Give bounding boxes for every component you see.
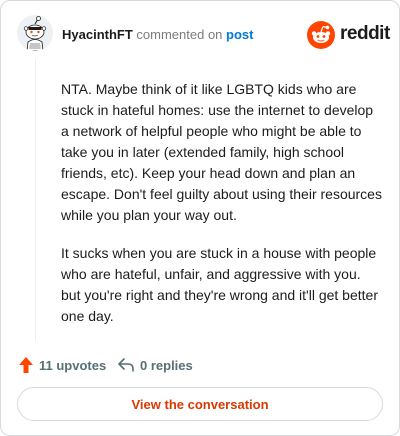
post-link[interactable]: post: [226, 27, 253, 42]
reply-button[interactable]: 0 replies: [118, 355, 193, 375]
avatar[interactable]: [17, 15, 53, 51]
upvote-count: 11 upvotes: [39, 357, 107, 373]
comment-body: NTA. Maybe think of it like LGBTQ kids w…: [61, 79, 383, 344]
commented-text: commented on: [136, 27, 223, 42]
reply-icon: [118, 358, 134, 372]
view-conversation-button[interactable]: View the conversation: [17, 387, 383, 421]
reddit-logo[interactable]: reddit: [307, 21, 390, 49]
upvote-button[interactable]: 11 upvotes: [19, 355, 106, 375]
comment-paragraph: It sucks when you are stuck in a house w…: [61, 245, 378, 324]
upvote-arrow-icon: [19, 357, 33, 373]
reply-count: 0 replies: [140, 357, 193, 373]
snoo-avatar-icon: [17, 15, 53, 51]
comment-card: HyacinthFT commented on post reddit NTA.…: [0, 0, 400, 436]
comment-actions: 11 upvotes 0 replies: [19, 355, 319, 375]
reddit-snoo-icon: [307, 21, 335, 49]
comment-paragraph: NTA. Maybe think of it like LGBTQ kids w…: [61, 81, 382, 223]
reddit-wordmark: reddit: [340, 23, 390, 44]
comment-meta: HyacinthFT commented on post: [62, 27, 254, 43]
username[interactable]: HyacinthFT: [62, 27, 133, 42]
comment-header: HyacinthFT commented on post reddit: [17, 15, 390, 53]
thread-line: [35, 59, 36, 341]
